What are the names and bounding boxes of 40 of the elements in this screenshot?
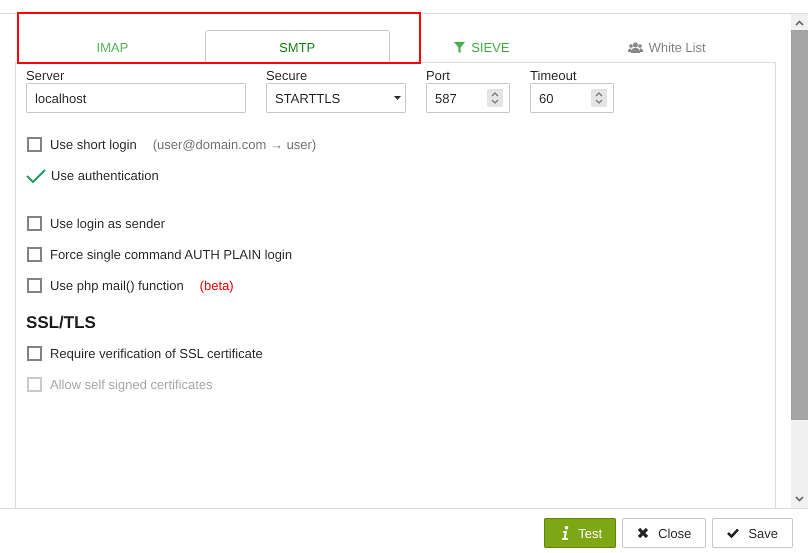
checkbox[interactable] [27,216,42,231]
checkbox[interactable] [27,346,42,361]
tab[interactable]: SMTP [204,30,390,63]
info-icon [562,526,570,540]
button[interactable]: Save [712,518,793,548]
filter-icon [454,42,466,52]
check-icon [727,528,740,538]
number-field[interactable]: 587 [426,83,510,113]
dropdown[interactable]: STARTTLS [266,83,406,113]
tab[interactable]: White List [574,30,759,63]
section-heading: SSL/TLS [26,313,97,333]
checkbox-label: Allow self signed certificates [50,377,213,392]
checkbox-label: Use authentication [51,168,159,183]
users-icon [628,42,643,52]
field-label: Secure [266,68,308,83]
spinner-icon[interactable] [487,89,503,107]
scroll-down-icon[interactable] [795,496,804,502]
hint-text: (user@domain.com → user) [152,137,316,152]
checkbox-label: Force single command AUTH PLAIN login [50,247,292,262]
spinner-icon[interactable] [591,89,607,107]
checkbox-label: Use short login [50,137,137,152]
number-field[interactable]: 60 [530,83,614,113]
checkbox-label: Use login as sender [50,216,165,231]
checkbox[interactable] [27,137,42,152]
field-label: Server [26,68,66,83]
checkbox[interactable] [27,247,42,262]
scroll-up-icon[interactable] [795,20,804,26]
button[interactable]: Close [622,518,706,548]
scroll-thumb[interactable] [791,30,808,420]
checkmark[interactable] [26,168,46,184]
checkbox[interactable] [27,278,42,293]
caret-icon [394,96,401,100]
text-field[interactable]: localhost [26,83,246,113]
checkbox-label: Use php mail() function [50,278,184,293]
close-icon [637,527,650,539]
field-label: Timeout [530,68,578,83]
scrollbar[interactable] [791,14,808,508]
beta-note: (beta) [200,278,234,293]
field-label: Port [426,68,451,83]
checkbox-label: Require verification of SSL certificate [50,346,263,361]
